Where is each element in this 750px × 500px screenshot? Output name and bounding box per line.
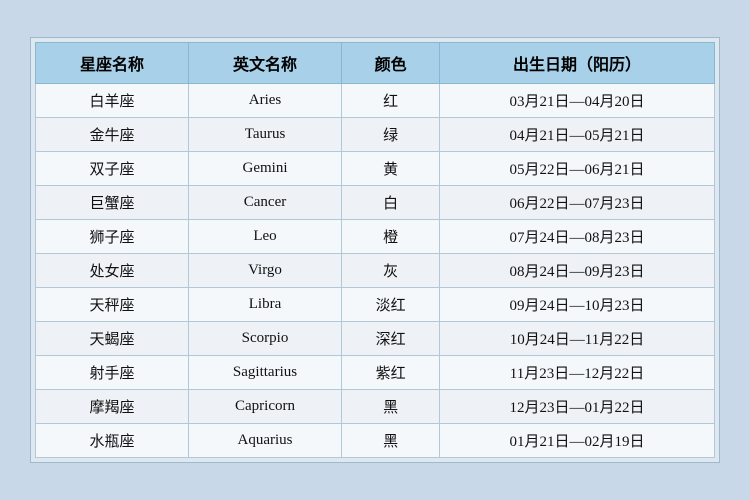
cell-zh-name: 狮子座 xyxy=(36,220,189,254)
zodiac-table-wrapper: 星座名称 英文名称 颜色 出生日期（阳历） 白羊座Aries红03月21日—04… xyxy=(30,37,720,463)
table-row: 双子座Gemini黄05月22日—06月21日 xyxy=(36,152,715,186)
cell-zh-name: 白羊座 xyxy=(36,84,189,118)
cell-zh-name: 天蝎座 xyxy=(36,322,189,356)
cell-zh-name: 巨蟹座 xyxy=(36,186,189,220)
cell-en-name: Virgo xyxy=(188,254,341,288)
cell-dates: 01月21日—02月19日 xyxy=(440,424,715,458)
cell-color: 黑 xyxy=(342,390,440,424)
cell-color: 橙 xyxy=(342,220,440,254)
cell-en-name: Aquarius xyxy=(188,424,341,458)
cell-dates: 10月24日—11月22日 xyxy=(440,322,715,356)
cell-color: 绿 xyxy=(342,118,440,152)
zodiac-table: 星座名称 英文名称 颜色 出生日期（阳历） 白羊座Aries红03月21日—04… xyxy=(35,42,715,458)
cell-en-name: Capricorn xyxy=(188,390,341,424)
table-row: 射手座Sagittarius紫红11月23日—12月22日 xyxy=(36,356,715,390)
header-dates: 出生日期（阳历） xyxy=(440,43,715,84)
cell-en-name: Leo xyxy=(188,220,341,254)
cell-dates: 03月21日—04月20日 xyxy=(440,84,715,118)
cell-dates: 09月24日—10月23日 xyxy=(440,288,715,322)
cell-dates: 08月24日—09月23日 xyxy=(440,254,715,288)
cell-en-name: Aries xyxy=(188,84,341,118)
cell-en-name: Scorpio xyxy=(188,322,341,356)
cell-dates: 06月22日—07月23日 xyxy=(440,186,715,220)
cell-en-name: Sagittarius xyxy=(188,356,341,390)
cell-zh-name: 摩羯座 xyxy=(36,390,189,424)
table-row: 金牛座Taurus绿04月21日—05月21日 xyxy=(36,118,715,152)
table-header-row: 星座名称 英文名称 颜色 出生日期（阳历） xyxy=(36,43,715,84)
cell-color: 深红 xyxy=(342,322,440,356)
cell-zh-name: 处女座 xyxy=(36,254,189,288)
table-row: 白羊座Aries红03月21日—04月20日 xyxy=(36,84,715,118)
cell-en-name: Cancer xyxy=(188,186,341,220)
cell-en-name: Gemini xyxy=(188,152,341,186)
cell-dates: 12月23日—01月22日 xyxy=(440,390,715,424)
cell-dates: 04月21日—05月21日 xyxy=(440,118,715,152)
cell-color: 黄 xyxy=(342,152,440,186)
header-zh-name: 星座名称 xyxy=(36,43,189,84)
table-body: 白羊座Aries红03月21日—04月20日金牛座Taurus绿04月21日—0… xyxy=(36,84,715,458)
cell-color: 灰 xyxy=(342,254,440,288)
cell-zh-name: 天秤座 xyxy=(36,288,189,322)
table-row: 天秤座Libra淡红09月24日—10月23日 xyxy=(36,288,715,322)
table-row: 天蝎座Scorpio深红10月24日—11月22日 xyxy=(36,322,715,356)
cell-en-name: Libra xyxy=(188,288,341,322)
cell-dates: 05月22日—06月21日 xyxy=(440,152,715,186)
cell-en-name: Taurus xyxy=(188,118,341,152)
header-color: 颜色 xyxy=(342,43,440,84)
cell-zh-name: 射手座 xyxy=(36,356,189,390)
header-en-name: 英文名称 xyxy=(188,43,341,84)
table-row: 摩羯座Capricorn黑12月23日—01月22日 xyxy=(36,390,715,424)
cell-color: 白 xyxy=(342,186,440,220)
cell-color: 黑 xyxy=(342,424,440,458)
cell-zh-name: 双子座 xyxy=(36,152,189,186)
cell-dates: 07月24日—08月23日 xyxy=(440,220,715,254)
cell-color: 红 xyxy=(342,84,440,118)
cell-zh-name: 水瓶座 xyxy=(36,424,189,458)
cell-color: 淡红 xyxy=(342,288,440,322)
table-row: 巨蟹座Cancer白06月22日—07月23日 xyxy=(36,186,715,220)
table-row: 狮子座Leo橙07月24日—08月23日 xyxy=(36,220,715,254)
table-row: 水瓶座Aquarius黑01月21日—02月19日 xyxy=(36,424,715,458)
table-row: 处女座Virgo灰08月24日—09月23日 xyxy=(36,254,715,288)
cell-color: 紫红 xyxy=(342,356,440,390)
cell-dates: 11月23日—12月22日 xyxy=(440,356,715,390)
cell-zh-name: 金牛座 xyxy=(36,118,189,152)
